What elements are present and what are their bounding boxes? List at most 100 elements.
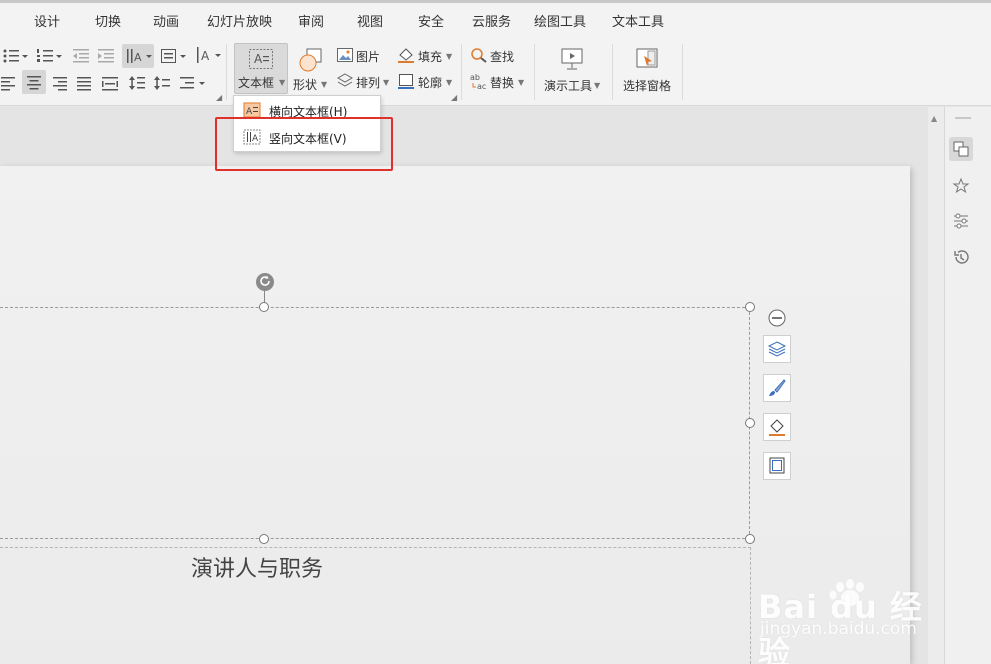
layers-icon bbox=[767, 341, 787, 357]
tab-text-tools[interactable]: 文本工具 bbox=[612, 3, 664, 40]
subtitle-placeholder[interactable] bbox=[0, 547, 751, 664]
brush-icon bbox=[769, 379, 786, 396]
history-icon[interactable] bbox=[952, 248, 970, 266]
align-right-icon[interactable] bbox=[52, 75, 68, 91]
tab-slideshow[interactable]: 幻灯片放映 bbox=[207, 3, 272, 40]
collapse-toolbar-icon[interactable] bbox=[767, 309, 787, 327]
horizontal-textbox-icon: A bbox=[243, 102, 261, 118]
fill-icon bbox=[398, 48, 414, 63]
svg-text:ab: ab bbox=[470, 73, 480, 82]
baidu-jingyan-watermark: Bai du 经验 jingyan.baidu.com bbox=[758, 578, 938, 664]
picture-label: 图片 bbox=[356, 50, 381, 64]
outline-button[interactable]: 轮廓 ▼ bbox=[397, 72, 455, 92]
tab-security[interactable]: 安全 bbox=[418, 3, 444, 40]
shape-dropdown-arrow-icon: ▼ bbox=[321, 80, 328, 89]
paragraph-group-launcher-icon[interactable]: ◢ bbox=[216, 93, 222, 102]
presentation-tools-button[interactable]: 演示工具 ▼ bbox=[542, 43, 604, 95]
text-spacing-icon[interactable]: A bbox=[195, 46, 221, 64]
group-separator bbox=[226, 44, 227, 100]
tab-animation[interactable]: 动画 bbox=[153, 3, 179, 40]
resize-handle-top[interactable] bbox=[259, 302, 269, 312]
ribbon-tab-bar: 设计 切换 动画 幻灯片放映 审阅 视图 安全 云服务 绘图工具 文本工具 bbox=[0, 3, 991, 40]
fill-dropdown-arrow-icon: ▼ bbox=[446, 52, 453, 61]
fill-button[interactable]: 填充 ▼ bbox=[397, 46, 455, 66]
resize-handle-right[interactable] bbox=[745, 418, 755, 428]
presentation-tools-dropdown-arrow-icon: ▼ bbox=[594, 81, 601, 90]
shape-button[interactable]: 形状 ▼ bbox=[292, 43, 332, 94]
resize-handle-top-right[interactable] bbox=[745, 302, 755, 312]
bullet-list-icon[interactable] bbox=[2, 48, 28, 64]
outline-dropdown-arrow-icon: ▼ bbox=[446, 78, 453, 87]
textbox-label: 文本框 bbox=[238, 76, 275, 90]
svg-text:ac: ac bbox=[477, 82, 486, 90]
selection-pane-button[interactable]: 选择窗格 bbox=[620, 43, 676, 95]
float-style-button[interactable] bbox=[763, 374, 791, 402]
text-direction-icon: A bbox=[127, 49, 152, 64]
tab-review[interactable]: 审阅 bbox=[298, 3, 324, 40]
float-outline-button[interactable] bbox=[763, 452, 791, 480]
align-center-button[interactable] bbox=[22, 70, 46, 94]
outline-label: 轮廓 bbox=[418, 76, 443, 90]
tab-design[interactable]: 设计 bbox=[34, 3, 60, 40]
tab-cloud-service[interactable]: 云服务 bbox=[472, 3, 511, 40]
distribute-icon[interactable] bbox=[101, 75, 119, 91]
svg-text:A: A bbox=[246, 107, 253, 117]
replace-label: 替换 bbox=[490, 76, 515, 90]
align-text-icon[interactable] bbox=[160, 48, 186, 64]
tab-drawing-tools[interactable]: 绘图工具 bbox=[534, 3, 586, 40]
align-center-icon bbox=[27, 76, 41, 90]
subtitle-text[interactable]: 演讲人与职务 bbox=[191, 551, 323, 583]
fill-bucket-icon bbox=[769, 419, 785, 436]
paragraph-options-icon[interactable] bbox=[179, 75, 207, 91]
outline-frame-icon bbox=[769, 457, 785, 474]
title-placeholder[interactable] bbox=[0, 307, 750, 539]
numbered-list-icon[interactable] bbox=[36, 48, 62, 64]
drawing-group-launcher-icon[interactable]: ◢ bbox=[451, 93, 457, 102]
presentation-screen-icon bbox=[561, 48, 583, 70]
sidebar-drag-handle[interactable] bbox=[955, 117, 971, 119]
fill-label: 填充 bbox=[418, 50, 443, 64]
textbox-dropdown-arrow-icon: ▼ bbox=[279, 78, 286, 87]
replace-icon: abac bbox=[470, 73, 486, 90]
picture-button[interactable]: 图片 bbox=[336, 46, 386, 66]
justify-icon[interactable] bbox=[76, 75, 92, 91]
svg-text:A: A bbox=[201, 49, 210, 63]
tab-view[interactable]: 视图 bbox=[357, 3, 383, 40]
paragraph-spacing-icon[interactable] bbox=[154, 75, 170, 91]
replace-dropdown-arrow-icon: ▼ bbox=[518, 78, 525, 87]
rotate-handle-icon[interactable] bbox=[255, 272, 275, 292]
decrease-indent-icon[interactable] bbox=[72, 48, 90, 64]
textbox-button[interactable]: A 文本框 ▼ bbox=[234, 43, 288, 94]
line-spacing-icon[interactable] bbox=[129, 75, 145, 91]
sidebar-object-button[interactable] bbox=[949, 137, 973, 161]
resize-handle-bottom-right[interactable] bbox=[745, 534, 755, 544]
arrange-label: 排列 bbox=[356, 76, 381, 90]
text-direction-button[interactable]: A bbox=[122, 44, 154, 68]
selection-pane-label: 选择窗格 bbox=[623, 79, 672, 93]
group-separator bbox=[612, 44, 613, 100]
group-separator bbox=[682, 44, 683, 100]
scroll-up-icon[interactable]: ▲ bbox=[931, 114, 937, 123]
svg-text:A: A bbox=[254, 52, 263, 66]
tab-transition[interactable]: 切换 bbox=[95, 3, 121, 40]
right-sidebar bbox=[944, 107, 991, 664]
textbox-icon: A bbox=[249, 49, 273, 69]
resize-handle-bottom[interactable] bbox=[259, 534, 269, 544]
outline-icon bbox=[398, 74, 414, 89]
shape-label: 形状 bbox=[293, 78, 318, 92]
settings-sliders-icon[interactable] bbox=[952, 212, 970, 230]
float-fill-button[interactable] bbox=[763, 413, 791, 441]
group-separator bbox=[461, 44, 462, 100]
svg-text:A: A bbox=[134, 51, 142, 64]
float-layers-button[interactable] bbox=[763, 335, 791, 363]
replace-button[interactable]: ab ac 替换 ▼ bbox=[470, 72, 528, 92]
find-label: 查找 bbox=[490, 50, 515, 64]
animation-star-icon[interactable] bbox=[952, 177, 970, 195]
presentation-tools-label: 演示工具 bbox=[544, 79, 593, 93]
find-button[interactable]: 查找 bbox=[470, 46, 520, 66]
arrange-button[interactable]: 排列 ▼ bbox=[336, 72, 392, 92]
align-left-icon[interactable] bbox=[0, 75, 16, 91]
increase-indent-icon[interactable] bbox=[97, 48, 115, 64]
object-properties-icon bbox=[953, 141, 969, 157]
group-separator bbox=[534, 44, 535, 100]
